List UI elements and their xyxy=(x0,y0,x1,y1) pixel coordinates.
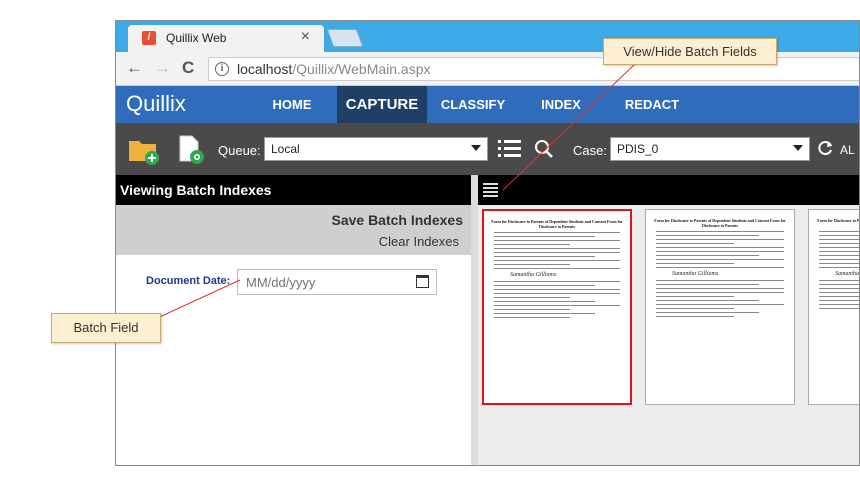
view-hide-batch-fields-callout: View/Hide Batch Fields xyxy=(603,38,777,65)
batch-field-callout: Batch Field xyxy=(51,313,161,343)
callout-leader-lines xyxy=(139,63,636,327)
